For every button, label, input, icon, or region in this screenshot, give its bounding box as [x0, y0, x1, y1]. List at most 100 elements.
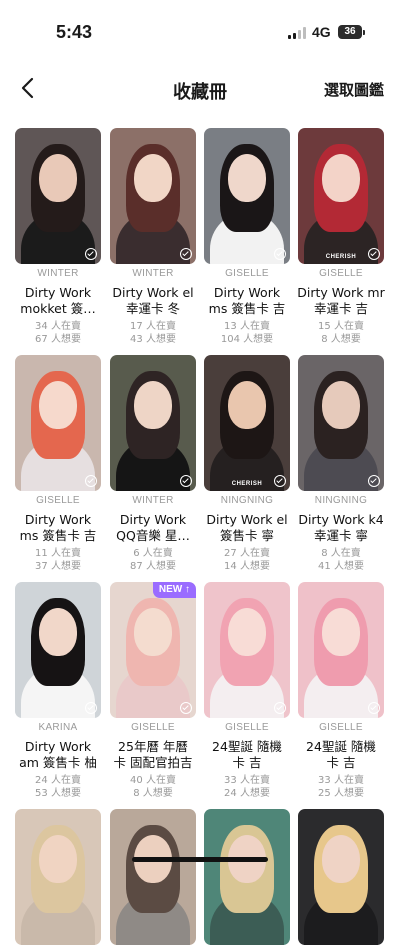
photocard-image[interactable]	[110, 355, 196, 491]
card-name-line-2: ms 簽售卡 吉	[208, 301, 286, 316]
photo-figure-face	[134, 154, 172, 202]
selling-count: 11 人在賣	[35, 548, 81, 559]
photocard-image[interactable]	[204, 582, 290, 718]
photocard-image[interactable]	[110, 128, 196, 264]
selling-count: 6 人在賣	[133, 548, 173, 559]
card-name-line-1: Dirty Work	[24, 512, 92, 527]
photo-figure-face	[322, 835, 360, 883]
card-name-line-2: 卡 固配官拍吉	[113, 755, 193, 770]
card-name-line-1: Dirty Work	[213, 285, 281, 300]
card-name-line-1: Dirty Work mr	[297, 285, 385, 300]
card-name: 24聖誕 隨機 卡 吉	[294, 739, 388, 771]
collected-check-icon	[180, 702, 192, 714]
status-bar: 5:43 4G 36	[0, 0, 400, 62]
selling-count: 8 人在賣	[321, 548, 361, 559]
card-name-line-2: am 簽售卡 柚	[19, 755, 97, 770]
artist-label: GISELLE	[319, 722, 363, 733]
wanting-count: 104 人想要	[220, 334, 274, 345]
photo-figure-face	[322, 608, 360, 656]
home-indicator	[132, 857, 268, 862]
wanting-count: 14 人想要	[224, 561, 270, 572]
photocard-image[interactable]	[15, 582, 101, 718]
selling-count: 40 人在賣	[130, 775, 176, 786]
collected-check-icon	[180, 475, 192, 487]
new-badge: NEW ↑	[152, 582, 196, 598]
photo-figure-face	[322, 154, 360, 202]
artist-label: WINTER	[37, 268, 79, 279]
card-name: Dirty Work mr 幸運卡 吉	[294, 285, 388, 317]
photo-figure-face	[39, 381, 77, 429]
artist-label: NINGNING	[220, 495, 274, 506]
wanting-count: 43 人想要	[130, 334, 176, 345]
card-name-line-2: 幸運卡 吉	[314, 301, 368, 316]
wanting-count: 87 人想要	[130, 561, 176, 572]
collected-check-icon	[85, 475, 97, 487]
card-name-line-2: 卡 吉	[326, 755, 356, 770]
collected-check-icon	[274, 248, 286, 260]
photocard-image[interactable]	[110, 809, 196, 945]
network-type: 4G	[312, 24, 331, 40]
card-name: Dirty Work mokket 簽…	[11, 285, 105, 317]
card-name: Dirty Work ms 簽售卡 吉	[200, 285, 294, 317]
battery-icon: 36	[338, 25, 362, 39]
card-name: 25年曆 年曆 卡 固配官拍吉	[106, 739, 200, 771]
collected-check-icon	[85, 702, 97, 714]
artist-label: KARINA	[38, 722, 78, 733]
collected-check-icon	[368, 702, 380, 714]
artist-label: GISELLE	[131, 722, 175, 733]
wanting-count: 8 人想要	[133, 788, 173, 799]
selling-count: 24 人在賣	[35, 775, 81, 786]
photocard-image[interactable]	[298, 809, 384, 945]
selling-count: 15 人在賣	[318, 321, 364, 332]
wanting-count: 41 人想要	[318, 561, 364, 572]
photocard-image[interactable]: NEW ↑	[110, 582, 196, 718]
photo-figure-face	[228, 154, 266, 202]
card-name-line-2: ms 簽售卡 吉	[19, 528, 97, 543]
card-name: Dirty Work ms 簽售卡 吉	[11, 512, 105, 544]
wanting-count: 53 人想要	[35, 788, 81, 799]
card-name-line-2: 幸運卡 冬	[126, 301, 180, 316]
wanting-count: 67 人想要	[35, 334, 81, 345]
selling-count: 34 人在賣	[35, 321, 81, 332]
photocard-image[interactable]	[15, 809, 101, 945]
photocard-image[interactable]	[298, 355, 384, 491]
wanting-count: 37 人想要	[35, 561, 81, 572]
card-name-line-1: 25年曆 年曆	[118, 739, 188, 754]
collected-check-icon	[274, 475, 286, 487]
photo-figure-face	[228, 381, 266, 429]
photocard-image[interactable]	[204, 809, 290, 945]
photocard-image[interactable]	[15, 355, 101, 491]
photocard-image[interactable]: CHERISH	[298, 128, 384, 264]
selling-count: 13 人在賣	[224, 321, 270, 332]
card-name: Dirty Work am 簽售卡 柚	[11, 739, 105, 771]
collected-check-icon	[368, 475, 380, 487]
artist-label: GISELLE	[36, 495, 80, 506]
photocard-image[interactable]: CHERISH	[204, 355, 290, 491]
photo-figure-face	[134, 381, 172, 429]
clock: 5:43	[56, 22, 93, 42]
artist-label: GISELLE	[225, 268, 269, 279]
selling-count: 27 人在賣	[224, 548, 270, 559]
card-name-line-2: mokket 簽…	[20, 301, 96, 316]
artist-label: NINGNING	[314, 495, 368, 506]
card-name: Dirty Work el 簽售卡 寧	[200, 512, 294, 544]
card-name-line-1: Dirty Work el	[112, 285, 194, 300]
card-name: Dirty Work QQ音樂 星…	[106, 512, 200, 544]
card-name-line-1: Dirty Work	[24, 285, 92, 300]
artist-label: WINTER	[132, 268, 174, 279]
card-name-line-1: 24聖誕 隨機	[306, 739, 376, 754]
card-name: Dirty Work k4 幸運卡 寧	[294, 512, 388, 544]
select-collection-button[interactable]: 選取圖鑑	[324, 79, 384, 100]
selling-count: 17 人在賣	[130, 321, 176, 332]
photocard-image[interactable]	[15, 128, 101, 264]
photocard-image[interactable]	[204, 128, 290, 264]
photocard-image[interactable]	[298, 582, 384, 718]
card-name-line-2: 卡 吉	[232, 755, 262, 770]
photo-figure-face	[39, 154, 77, 202]
signal-icon	[288, 27, 308, 39]
card-name-line-1: Dirty Work k4	[298, 512, 384, 527]
selling-count: 33 人在賣	[224, 775, 270, 786]
card-name-line-2: 簽售卡 寧	[220, 528, 274, 543]
photo-figure-face	[322, 381, 360, 429]
card-name-line-1: 24聖誕 隨機	[212, 739, 282, 754]
